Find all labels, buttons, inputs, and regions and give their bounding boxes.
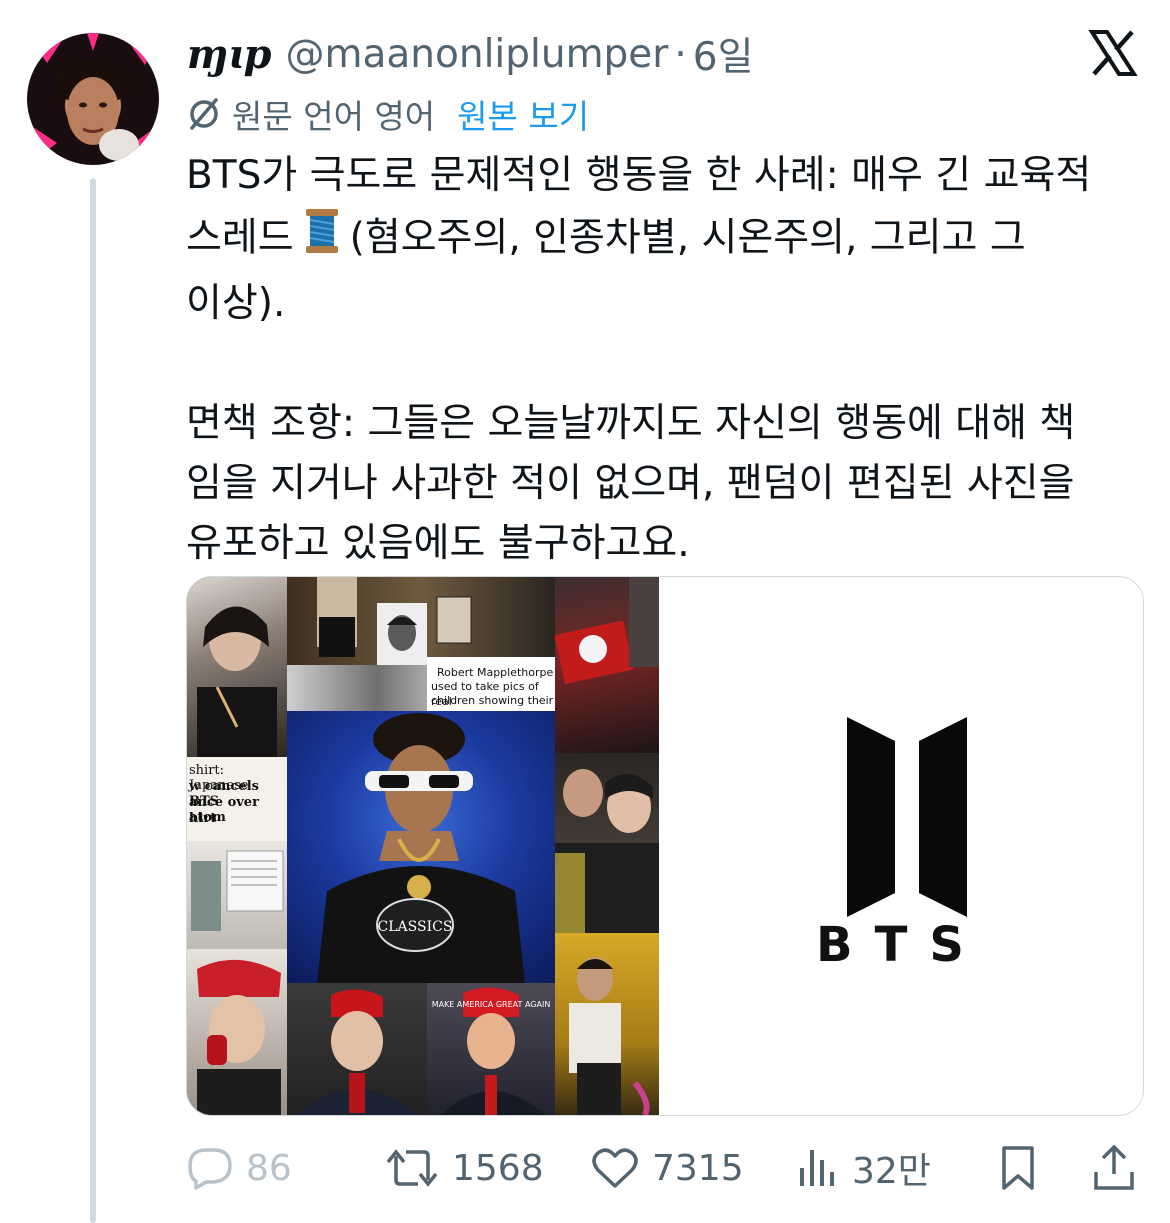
news-clipping: shirt: Japanese w cancels BTS ance over … (187, 757, 287, 841)
reply-button[interactable]: 86 (186, 1138, 292, 1198)
handle[interactable]: @maanonliplumper (286, 32, 669, 77)
like-button[interactable]: 7315 (590, 1138, 744, 1198)
tweet-text-line: BTS가 극도로 문제적인 행동을 한 사례: 매우 긴 교육적 (186, 153, 1092, 198)
collage-caption: Robert Mapplethorpe (437, 666, 554, 679)
views-count: 32만 (852, 1151, 931, 1192)
views-chart-icon (800, 1150, 834, 1186)
collage-photo (555, 933, 659, 1115)
collage-photo (187, 949, 287, 1115)
translation-note: 원문 언어 영어 (232, 97, 436, 136)
avatar-image (27, 33, 159, 165)
tweet-text-line: 임을 지거나 사과한 적이 없으며, 팬덤이 편집된 사진을 (186, 461, 1075, 506)
display-name[interactable]: ɱɩp (186, 31, 272, 78)
thread-line (90, 178, 96, 1223)
collage-caption: children showing their (431, 694, 554, 707)
collage-photo (555, 577, 659, 753)
tweet-text-segment: 스레드 (186, 215, 294, 261)
tweet-text-line: 면책 조항: 그들은 오늘날까지도 자신의 행동에 대해 책 (186, 401, 1076, 446)
tweet-text-segment: (혐오주의, 인종차별, 시온주의, 그리고 그 (349, 215, 1026, 261)
reply-icon (188, 1148, 232, 1190)
hat-slogan-text: MAKE AMERICA GREAT AGAIN (432, 1000, 551, 1009)
translate-icon (190, 98, 218, 130)
bookmark-icon (1002, 1146, 1034, 1190)
robert-mapplethorpe-caption-tile: Robert Mapplethorpe used to take pics of… (427, 657, 555, 715)
show-original-link[interactable]: 원본 보기 (457, 90, 589, 138)
heart-icon (592, 1148, 638, 1188)
shirt-logo-text: CLASSICS (378, 919, 453, 935)
photo-collage[interactable]: shirt: Japanese w cancels BTS ance over … (187, 577, 659, 1115)
tweet-text-line: 이상). (186, 281, 286, 326)
separator-dot: · (674, 31, 687, 77)
timestamp[interactable]: 6일 (693, 26, 754, 82)
news-caption: hirt (189, 811, 217, 826)
tweet-text-line: 스레드 (혐오주의, 인종차별, 시온주의, 그리고 그 (186, 206, 1146, 274)
collage-photo (287, 983, 427, 1115)
tweet-header: ɱɩp @maanonliplumper · 6일 (186, 24, 753, 84)
collage-photo (377, 603, 427, 665)
spool-of-thread-icon (298, 206, 346, 274)
x-logo-icon[interactable] (1088, 28, 1138, 78)
bts-logo-text: BTS (816, 917, 986, 973)
views-button[interactable]: 32만 (796, 1138, 931, 1198)
repost-button[interactable]: 1568 (384, 1138, 544, 1198)
tweet-text: BTS가 극도로 문제적인 행동을 한 사례: 매우 긴 교육적 스레드 (혐오주… (186, 146, 1146, 574)
share-button[interactable] (1092, 1138, 1136, 1198)
repost-icon (386, 1149, 438, 1187)
collage-photo (187, 841, 287, 949)
translation-row: 원문 언어 영어 원본 보기 (186, 92, 589, 136)
media-attachment[interactable]: shirt: Japanese w cancels BTS ance over … (186, 576, 1144, 1116)
action-bar: 86 1568 7315 32만 (186, 1138, 1142, 1198)
reply-count: 86 (246, 1147, 292, 1189)
collage-photo (555, 753, 659, 933)
collage-center-photo: CLASSICS (287, 711, 555, 983)
repost-count: 1568 (452, 1147, 544, 1189)
like-count: 7315 (652, 1147, 744, 1189)
tweet-text-line: 유포하고 있음에도 불구하고요. (186, 521, 690, 566)
collage-photo (187, 577, 287, 757)
collage-photo: MAKE AMERICA GREAT AGAIN (427, 983, 555, 1115)
bts-logo-icon (847, 717, 967, 917)
share-icon (1094, 1144, 1134, 1190)
bookmark-button[interactable] (998, 1138, 1038, 1198)
bts-logo-panel (659, 577, 1143, 1115)
avatar[interactable] (27, 33, 159, 165)
